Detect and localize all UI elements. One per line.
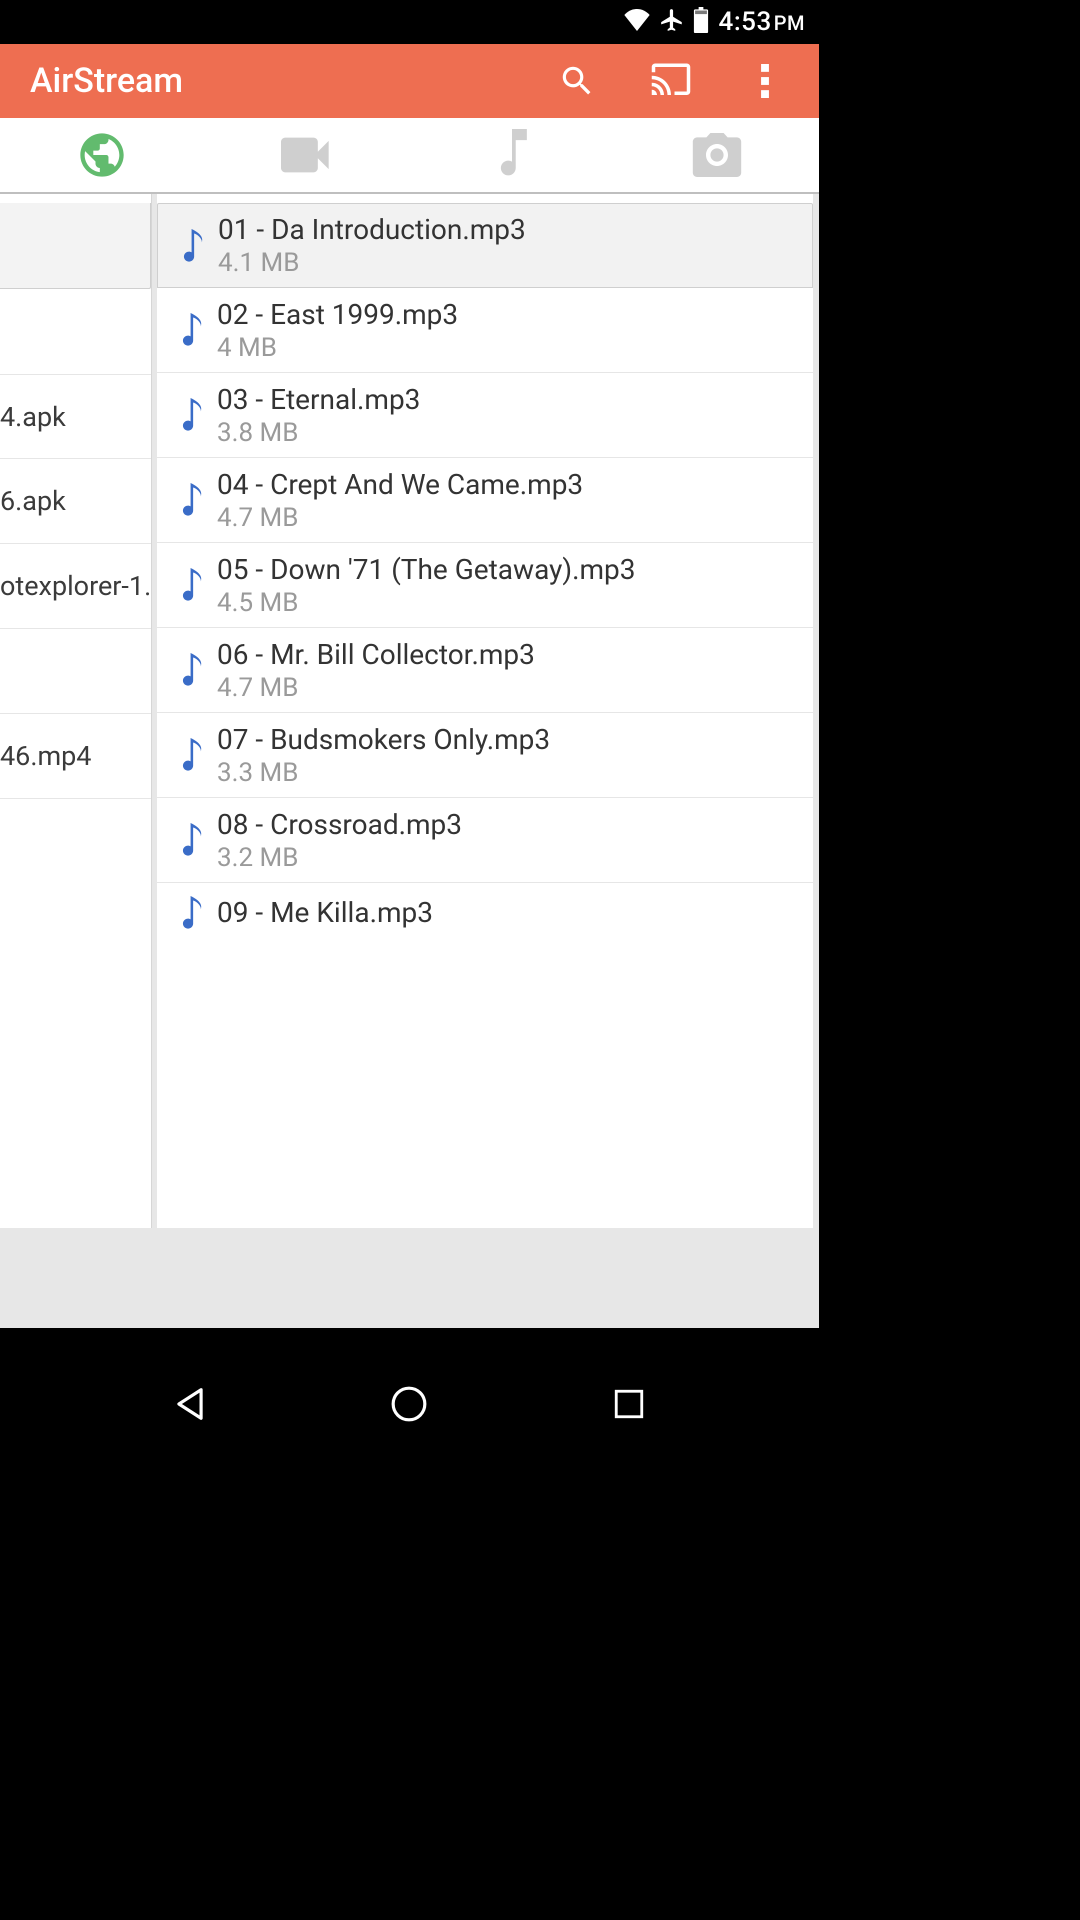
file-size: 3.2 MB	[217, 843, 462, 873]
file-name: 04 - Crept And We Came.mp3	[217, 468, 583, 501]
file-size: 4.7 MB	[217, 503, 583, 533]
file-name: 08 - Crossroad.mp3	[217, 808, 462, 841]
nav-back-button[interactable]	[166, 1380, 214, 1428]
tab-strip	[0, 118, 819, 194]
action-bar: AirStream	[0, 44, 819, 118]
content-bottom-space	[0, 1228, 819, 1328]
file-list-item[interactable]: 03 - Eternal.mp3 3.8 MB	[157, 373, 813, 458]
status-bar: 4:53PM	[0, 0, 819, 44]
back-triangle-icon	[171, 1385, 209, 1423]
file-name: 09 - Me Killa.mp3	[217, 896, 433, 929]
status-time: 4:53PM	[719, 7, 805, 37]
more-options-button[interactable]	[743, 59, 787, 103]
left-list-item[interactable]: 4.apk	[0, 374, 151, 459]
file-size: 4 MB	[217, 333, 458, 363]
file-list-item[interactable]: 07 - Budsmokers Only.mp3 3.3 MB	[157, 713, 813, 798]
file-list-item[interactable]: 06 - Mr. Bill Collector.mp3 4.7 MB	[157, 628, 813, 713]
more-vert-icon	[761, 64, 769, 98]
music-file-icon	[167, 483, 217, 517]
home-circle-icon	[390, 1385, 428, 1423]
recents-square-icon	[612, 1387, 646, 1421]
file-name: 03 - Eternal.mp3	[217, 383, 420, 416]
music-icon	[489, 129, 535, 181]
file-name: 05 - Down '71 (The Getaway).mp3	[217, 553, 635, 586]
file-list-item[interactable]: 01 - Da Introduction.mp3 4.1 MB	[157, 203, 813, 288]
file-text: 09 - Me Killa.mp3	[217, 896, 433, 931]
app-title: AirStream	[30, 61, 555, 101]
file-text: 08 - Crossroad.mp3 3.2 MB	[217, 808, 462, 873]
music-file-icon	[167, 568, 217, 602]
left-item-label: 46.mp4	[0, 740, 91, 772]
airplane-mode-icon	[659, 7, 685, 37]
left-list-item[interactable]: otexplorer-1.:	[0, 544, 151, 629]
left-file-column[interactable]: 4.apk 6.apk otexplorer-1.: 46.mp4	[0, 194, 152, 1328]
file-size: 3.3 MB	[217, 758, 550, 788]
android-nav-bar	[0, 1352, 819, 1456]
file-size: 4.7 MB	[217, 673, 535, 703]
right-file-column[interactable]: 01 - Da Introduction.mp3 4.1 MB 02 - Eas…	[157, 194, 813, 1328]
music-file-icon	[167, 313, 217, 347]
tab-music[interactable]	[410, 118, 615, 192]
left-item-label: 6.apk	[0, 485, 66, 517]
video-icon	[281, 137, 333, 173]
file-name: 02 - East 1999.mp3	[217, 298, 458, 331]
content-area: 4.apk 6.apk otexplorer-1.: 46.mp4 01 - D…	[0, 194, 819, 1328]
camera-icon	[690, 133, 744, 177]
file-list-item[interactable]: 04 - Crept And We Came.mp3 4.7 MB	[157, 458, 813, 543]
music-file-icon	[167, 896, 217, 930]
tab-video[interactable]	[205, 118, 410, 192]
file-list-item[interactable]: 05 - Down '71 (The Getaway).mp3 4.5 MB	[157, 543, 813, 628]
status-icons	[623, 7, 709, 37]
left-item-label: 4.apk	[0, 401, 66, 433]
music-file-icon	[167, 738, 217, 772]
file-size: 3.8 MB	[217, 418, 420, 448]
music-file-icon	[168, 229, 218, 263]
file-text: 06 - Mr. Bill Collector.mp3 4.7 MB	[217, 638, 535, 703]
file-text: 02 - East 1999.mp3 4 MB	[217, 298, 458, 363]
file-name: 07 - Budsmokers Only.mp3	[217, 723, 550, 756]
file-text: 07 - Budsmokers Only.mp3 3.3 MB	[217, 723, 550, 788]
battery-icon	[693, 7, 709, 37]
left-list-item[interactable]: 46.mp4	[0, 714, 151, 799]
wifi-icon	[623, 9, 651, 35]
tab-photo[interactable]	[614, 118, 819, 192]
file-name: 06 - Mr. Bill Collector.mp3	[217, 638, 535, 671]
cast-button[interactable]	[649, 59, 693, 103]
left-list-item[interactable]	[0, 629, 151, 714]
left-item-label: otexplorer-1.:	[0, 570, 151, 602]
file-text: 05 - Down '71 (The Getaway).mp3 4.5 MB	[217, 553, 635, 618]
music-file-icon	[167, 398, 217, 432]
left-header-cell	[0, 203, 151, 289]
music-file-icon	[167, 823, 217, 857]
action-icons-group	[555, 59, 799, 103]
search-button[interactable]	[555, 59, 599, 103]
nav-recents-button[interactable]	[605, 1380, 653, 1428]
nav-home-button[interactable]	[385, 1380, 433, 1428]
file-size: 4.5 MB	[217, 588, 635, 618]
left-list-item[interactable]: 6.apk	[0, 459, 151, 544]
music-file-icon	[167, 653, 217, 687]
file-text: 03 - Eternal.mp3 3.8 MB	[217, 383, 420, 448]
tab-world[interactable]	[0, 118, 205, 192]
file-size: 4.1 MB	[218, 248, 526, 278]
file-name: 01 - Da Introduction.mp3	[218, 213, 526, 246]
file-text: 01 - Da Introduction.mp3 4.1 MB	[218, 213, 526, 278]
search-icon	[558, 62, 596, 100]
globe-icon	[76, 129, 128, 181]
cast-icon	[650, 63, 692, 99]
file-list-item[interactable]: 02 - East 1999.mp3 4 MB	[157, 288, 813, 373]
file-list-item[interactable]: 08 - Crossroad.mp3 3.2 MB	[157, 798, 813, 883]
file-list-item[interactable]: 09 - Me Killa.mp3	[157, 883, 813, 943]
file-text: 04 - Crept And We Came.mp3 4.7 MB	[217, 468, 583, 533]
